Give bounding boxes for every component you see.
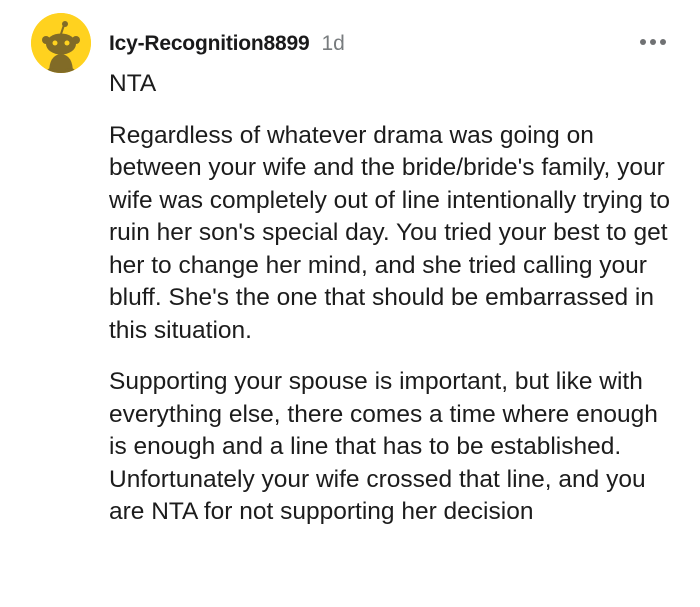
comment-timestamp: 1d xyxy=(321,32,345,55)
avatar[interactable] xyxy=(31,13,91,73)
comment-body: NTA Regardless of whatever drama was goi… xyxy=(109,68,681,529)
comment-header: Icy-Recognition8899 1d xyxy=(109,28,345,60)
comment-paragraph: Regardless of whatever drama was going o… xyxy=(109,121,671,344)
more-options-icon xyxy=(640,39,666,45)
comment-paragraph: Supporting your spouse is important, but… xyxy=(109,368,658,525)
more-options-button[interactable] xyxy=(636,30,670,54)
comment: Icy-Recognition8899 1d NTA Regardless of… xyxy=(0,0,700,607)
author-username[interactable]: Icy-Recognition8899 xyxy=(109,32,310,56)
snoo-avatar-icon xyxy=(31,13,91,73)
comment-paragraph-verdict: NTA xyxy=(109,70,157,97)
